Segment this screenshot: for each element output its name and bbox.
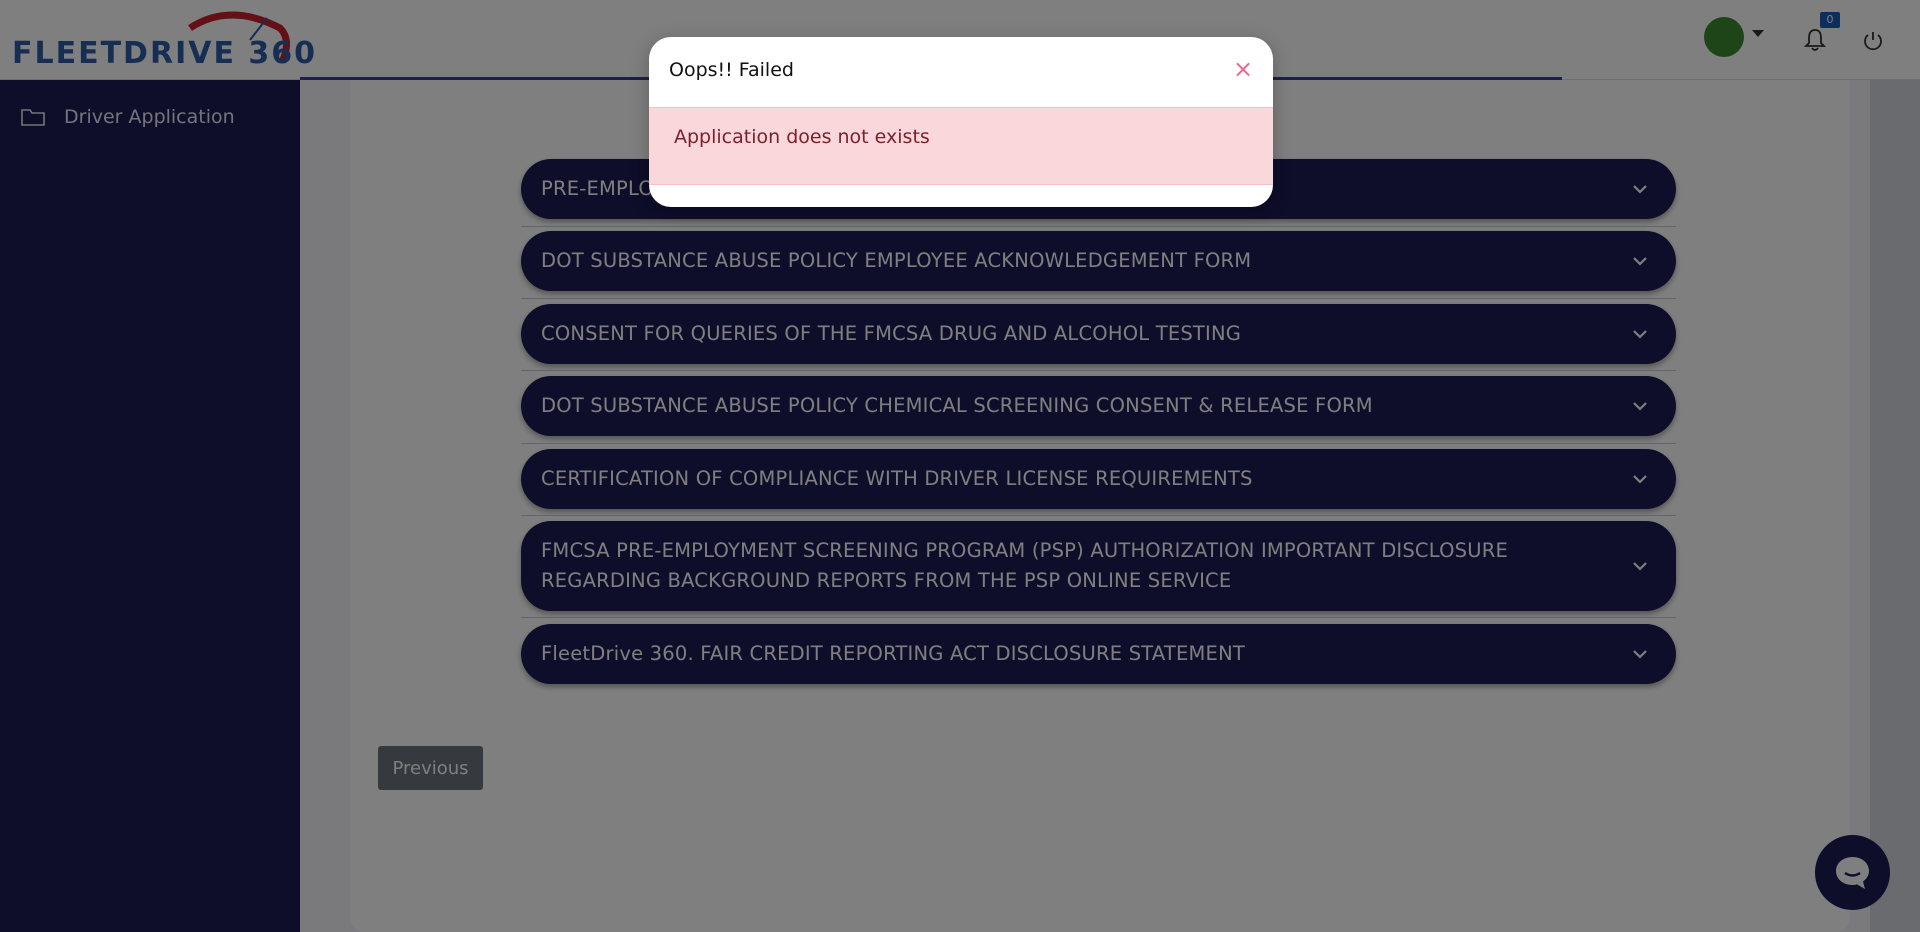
close-icon[interactable]: × <box>1231 57 1255 81</box>
error-modal: Oops!! Failed × Application does not exi… <box>649 37 1273 207</box>
error-alert: Application does not exists <box>649 107 1273 185</box>
error-message: Application does not exists <box>674 126 930 148</box>
modal-title: Oops!! Failed <box>669 59 794 81</box>
